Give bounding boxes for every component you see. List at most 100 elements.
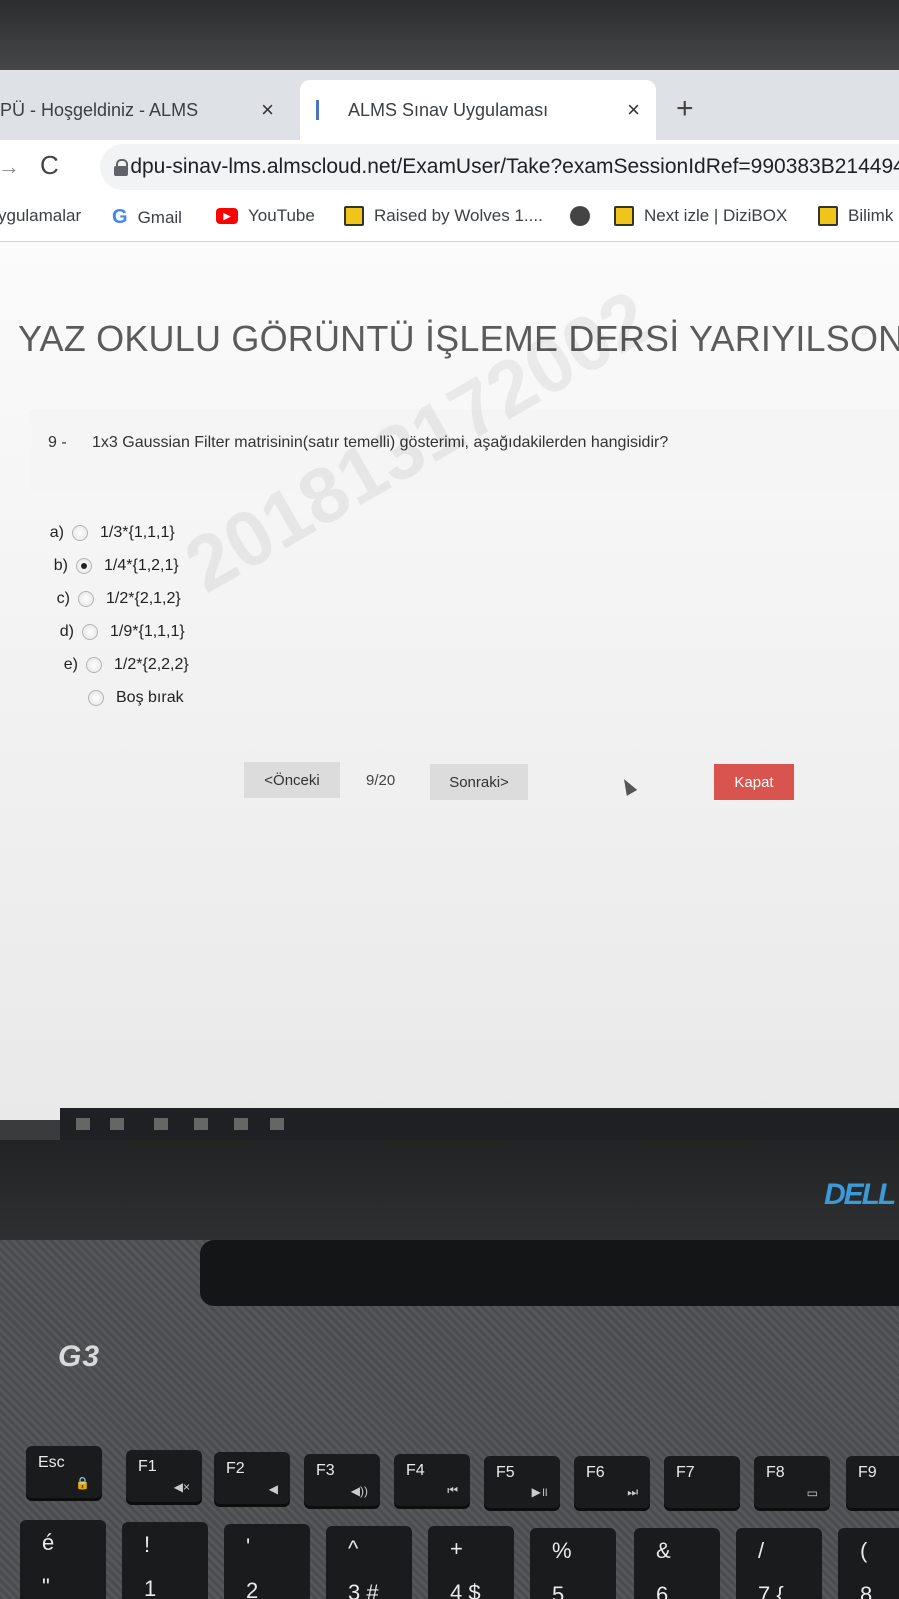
option-a[interactable]: a) 1/3*{1,1,1} (40, 516, 189, 549)
bookmark-globe[interactable] (570, 206, 600, 226)
key-f2[interactable]: F2 ◀ (214, 1452, 290, 1504)
bookmark-bilimk[interactable]: Bilimk (818, 206, 893, 226)
key-f4[interactable]: F4 ⏮ (394, 1454, 470, 1506)
option-text: 1/9*{1,1,1} (110, 622, 185, 640)
previous-track-icon: ⏮ (447, 1483, 458, 1497)
bookmark-label: Next izle | DiziBOX (644, 206, 788, 225)
lock-icon (114, 159, 131, 176)
close-tab-icon[interactable]: × (627, 97, 640, 123)
option-text: Boş bırak (116, 688, 184, 706)
next-button[interactable]: Sonraki> (430, 764, 528, 800)
volume-up-icon: ◀)) (350, 1484, 368, 1498)
favicon-icon (316, 100, 332, 120)
option-skip[interactable]: Boş bırak (56, 681, 189, 714)
key-esc[interactable]: Esc 🔒 (26, 1446, 102, 1498)
g3-logo: G3 (58, 1340, 101, 1373)
key-label: F7 (676, 1464, 695, 1481)
option-text: 1/3*{1,1,1} (100, 523, 175, 541)
option-letter: b) (53, 556, 68, 574)
taskbar-app-icon[interactable] (270, 1118, 284, 1130)
key-4[interactable]: + 4 $ (428, 1526, 514, 1599)
new-tab-icon[interactable]: + (676, 92, 694, 126)
page-indicator: 9/20 (366, 772, 396, 789)
key-label-bottom: 4 $ (450, 1580, 481, 1599)
key-label-bottom: " (42, 1574, 50, 1599)
key-7[interactable]: / 7 { (736, 1528, 822, 1599)
next-track-icon: ⏭ (627, 1485, 638, 1499)
key-label: F1 (138, 1458, 157, 1475)
play-pause-icon: ▶॥ (531, 1485, 548, 1499)
option-d[interactable]: d) 1/9*{1,1,1} (50, 615, 189, 648)
key-label-top: & (656, 1538, 671, 1563)
option-text: 1/2*{2,2,2} (114, 655, 189, 673)
key-label: F9 (858, 1464, 877, 1481)
exam-page: YAZ OKULU GÖRÜNTÜ İŞLEME DERSİ YARIYILSO… (0, 242, 899, 1120)
key-f5[interactable]: F5 ▶॥ (484, 1456, 560, 1508)
key-f1[interactable]: F1 ◀× (126, 1450, 202, 1502)
close-tab-icon[interactable]: × (261, 97, 274, 123)
option-c[interactable]: c) 1/2*{2,1,2} (46, 582, 189, 615)
bookmark-label: ygulamalar (0, 206, 82, 225)
key-quote[interactable]: é " (20, 1520, 106, 1599)
lock-icon: 🔒 (75, 1476, 90, 1490)
chrome-icon[interactable] (234, 1118, 248, 1130)
reload-icon[interactable]: C (40, 150, 59, 181)
windows-start-icon[interactable] (76, 1118, 90, 1130)
bookmark-label: Gmail (137, 207, 182, 227)
bookmark-raised-by-wolves[interactable]: Raised by Wolves 1.... (344, 206, 543, 226)
option-text: 1/4*{1,2,1} (104, 556, 179, 574)
key-f7[interactable]: F7 (664, 1456, 740, 1508)
key-f8[interactable]: F8 ▭ (754, 1456, 830, 1508)
key-label-top: ' (246, 1534, 251, 1559)
radio-button-selected[interactable] (76, 557, 92, 574)
key-2[interactable]: ' 2 (224, 1524, 310, 1599)
laptop-screen: PÜ - Hoşgeldiniz - ALMS × ALMS Sınav Uyg… (0, 70, 899, 1120)
tv-icon (614, 206, 634, 226)
tab-alms-home[interactable]: PÜ - Hoşgeldiniz - ALMS × (0, 80, 290, 140)
option-e[interactable]: e) 1/2*{2,2,2} (54, 648, 189, 681)
key-5[interactable]: % 5 (530, 1528, 616, 1599)
bookmark-youtube[interactable]: ▶ YouTube (216, 206, 315, 226)
bookmark-label: Raised by Wolves 1.... (374, 206, 543, 225)
forward-arrow-icon[interactable]: → (0, 154, 20, 180)
volume-down-icon: ◀ (268, 1482, 278, 1496)
radio-button[interactable] (86, 656, 102, 673)
taskbar-app-icon[interactable] (154, 1118, 168, 1130)
key-f9[interactable]: F9 (846, 1456, 899, 1508)
display-icon: ▭ (806, 1486, 818, 1500)
radio-button[interactable] (78, 590, 94, 607)
option-letter: e) (63, 655, 78, 673)
taskview-icon[interactable] (110, 1118, 124, 1130)
screen-bezel-bottom (0, 1140, 899, 1240)
radio-button[interactable] (72, 524, 88, 541)
key-label-bottom: 5 (552, 1582, 565, 1599)
key-label-top: ^ (348, 1536, 359, 1561)
key-label: F4 (406, 1462, 425, 1479)
tab-exam[interactable]: ALMS Sınav Uygulaması × (300, 80, 656, 140)
key-label-top: + (450, 1536, 463, 1561)
radio-button[interactable] (88, 689, 104, 706)
previous-button[interactable]: <Önceki (244, 762, 340, 798)
screen-bezel-top (0, 0, 899, 80)
key-8[interactable]: ( 8 (838, 1528, 899, 1599)
key-f3[interactable]: F3 ◀)) (304, 1454, 380, 1506)
folder-icon[interactable] (194, 1118, 208, 1130)
key-3[interactable]: ^ 3 # (326, 1526, 412, 1599)
question-number: 9 - (48, 434, 67, 451)
key-f6[interactable]: F6 ⏭ (574, 1456, 650, 1508)
key-label-bottom: 8 (860, 1582, 873, 1599)
tab-title: PÜ - Hoşgeldiniz - ALMS (0, 99, 199, 120)
globe-icon (570, 206, 590, 226)
address-bar[interactable]: dpu-sinav-lms.almscloud.net/ExamUser/Tak… (100, 144, 899, 190)
bookmark-dizibox[interactable]: Next izle | DiziBOX (614, 206, 787, 226)
close-exam-button[interactable]: Kapat (714, 764, 794, 800)
option-letter: a) (49, 523, 64, 541)
bookmark-label: Bilimk (848, 206, 894, 225)
radio-button[interactable] (82, 623, 98, 640)
key-1[interactable]: ! 1 (122, 1522, 208, 1599)
page-title: YAZ OKULU GÖRÜNTÜ İŞLEME DERSİ YARIYILSO… (18, 318, 899, 359)
option-b[interactable]: b) 1/4*{1,2,1} (44, 549, 189, 582)
key-6[interactable]: & 6 (634, 1528, 720, 1599)
bookmark-apps[interactable]: ygulamalar (0, 206, 81, 226)
bookmark-gmail[interactable]: G Gmail (112, 206, 182, 229)
